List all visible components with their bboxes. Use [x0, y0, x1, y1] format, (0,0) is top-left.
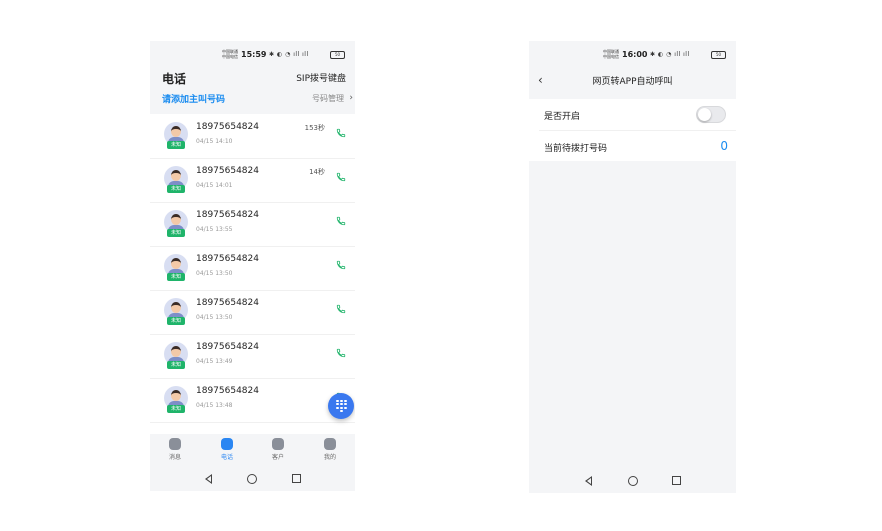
call-datetime: 04/15 14:01: [196, 182, 233, 189]
call-duration: 153秒: [304, 124, 325, 132]
unknown-tag: 未知: [167, 273, 185, 281]
phone-number: 18975654824: [196, 210, 259, 220]
call-log-row[interactable]: 未知 18975654824 04/15 13:50: [150, 246, 355, 291]
status-bar: 中国联通 中国电信 16:00 ✱ ◐ ◔ ıll ıll 50: [529, 41, 736, 67]
setting-row-pending: 当前待拨打号码 0: [529, 131, 736, 162]
call-icon[interactable]: [336, 304, 346, 314]
unknown-tag: 未知: [167, 185, 185, 193]
nav-home-icon[interactable]: [247, 474, 257, 484]
call-datetime: 04/15 14:10: [196, 138, 233, 145]
carrier-name: 中国电信: [222, 54, 238, 59]
call-icon[interactable]: [336, 128, 346, 138]
pending-count: 0: [720, 139, 728, 153]
phone-number: 18975654824: [196, 166, 259, 176]
call-log-row[interactable]: 未知 18975654824 04/15 13:49: [150, 334, 355, 379]
nav-recent-icon[interactable]: [292, 474, 301, 483]
nav-back-icon[interactable]: [585, 476, 592, 486]
enable-label: 是否开启: [544, 112, 581, 122]
dialpad-icon: [336, 400, 347, 412]
phone-number: 18975654824: [196, 254, 259, 264]
call-datetime: 04/15 13:48: [196, 402, 233, 409]
unknown-tag: 未知: [167, 229, 185, 237]
page-header: ‹ 网页转APP自动呼叫: [529, 67, 736, 95]
toggle-knob: [698, 108, 711, 121]
nav-back-icon[interactable]: [205, 474, 212, 484]
status-time: 15:59: [241, 50, 267, 59]
carrier-info: 中国联通 中国电信: [603, 49, 619, 59]
call-log-row[interactable]: 未知 18975654824 04/15 13:48: [150, 378, 355, 423]
phone-number: 18975654824: [196, 386, 259, 396]
battery-icon: 50: [711, 51, 726, 59]
battery-icon: 50: [330, 51, 345, 59]
number-management-link[interactable]: 号码管理: [312, 93, 344, 104]
call-log-list: 未知 18975654824 04/15 14:10 153秒未知 1897565482…: [150, 114, 355, 434]
unknown-tag: 未知: [167, 317, 185, 325]
tab-message[interactable]: 消息: [160, 438, 190, 461]
tab-phone[interactable]: 电话: [212, 438, 242, 461]
status-time: 16:00: [622, 50, 648, 59]
carrier-name: 中国电信: [603, 54, 619, 59]
status-icons: ✱ ◐ ◔ ıll ıll: [650, 51, 690, 58]
unknown-tag: 未知: [167, 141, 185, 149]
settings-card: 是否开启 当前待拨打号码 0: [529, 99, 736, 161]
phone-screen-calls: 中国联通 中国电信 15:59 ✱ ◐ ◔ ıll ıll 50 电话 SIP拨…: [150, 41, 355, 491]
chevron-right-icon: ›: [349, 93, 353, 103]
enable-toggle[interactable]: [696, 106, 726, 123]
carrier-info: 中国联通 中国电信: [222, 49, 238, 59]
call-icon[interactable]: [336, 260, 346, 270]
unknown-tag: 未知: [167, 361, 185, 369]
call-log-row[interactable]: 未知 18975654824 04/15 14:01 14秒: [150, 158, 355, 203]
phone-number: 18975654824: [196, 122, 259, 132]
tab-label: 消息: [168, 454, 181, 461]
nav-recent-icon[interactable]: [672, 476, 681, 485]
message-icon: [169, 438, 181, 450]
tab-label: 客户: [271, 454, 284, 461]
status-bar: 中国联通 中国电信 15:59 ✱ ◐ ◔ ıll ıll 50: [150, 41, 355, 67]
phone-screen-auto-call: 中国联通 中国电信 16:00 ✱ ◐ ◔ ıll ıll 50 ‹ 网页转AP…: [529, 41, 736, 493]
dialpad-button[interactable]: [328, 393, 354, 419]
phone-icon: [221, 438, 233, 450]
system-nav-bar: [150, 467, 355, 491]
call-log-row[interactable]: 未知 18975654824 04/15 13:50: [150, 290, 355, 335]
call-log-row[interactable]: 未知 18975654824 04/15 13:55: [150, 202, 355, 247]
call-icon[interactable]: [336, 348, 346, 358]
phone-number: 18975654824: [196, 298, 259, 308]
call-duration: 14秒: [309, 168, 325, 176]
page-title: 网页转APP自动呼叫: [592, 77, 673, 87]
call-datetime: 04/15 13:50: [196, 314, 233, 321]
add-caller-number-link[interactable]: 请添加主叫号码: [162, 92, 225, 105]
tab-label: 电话: [220, 454, 233, 461]
nav-home-icon[interactable]: [628, 476, 638, 486]
page-title: 电话: [162, 72, 187, 86]
call-datetime: 04/15 13:55: [196, 226, 233, 233]
system-nav-bar: [529, 469, 736, 493]
pending-label: 当前待拨打号码: [544, 144, 608, 154]
contact-icon: [272, 438, 284, 450]
unknown-tag: 未知: [167, 405, 185, 413]
call-log-row[interactable]: 未知 18975654824 04/15 14:10 153秒: [150, 114, 355, 159]
phone-number: 18975654824: [196, 342, 259, 352]
setting-row-enable: 是否开启: [529, 99, 736, 130]
call-icon[interactable]: [336, 216, 346, 226]
call-icon[interactable]: [336, 172, 346, 182]
profile-icon: [324, 438, 336, 450]
tab-profile[interactable]: 我的: [315, 438, 345, 461]
tab-label: 我的: [323, 454, 336, 461]
sip-keyboard-button[interactable]: SIP拨号键盘: [296, 71, 346, 84]
tab-contact[interactable]: 客户: [263, 438, 293, 461]
call-datetime: 04/15 13:50: [196, 270, 233, 277]
status-icons: ✱ ◐ ◔ ıll ıll: [269, 51, 309, 58]
empty-content-area: [529, 161, 736, 469]
bottom-tab-bar: 消息 电话 客户 我的: [150, 434, 355, 468]
call-datetime: 04/15 13:49: [196, 358, 233, 365]
